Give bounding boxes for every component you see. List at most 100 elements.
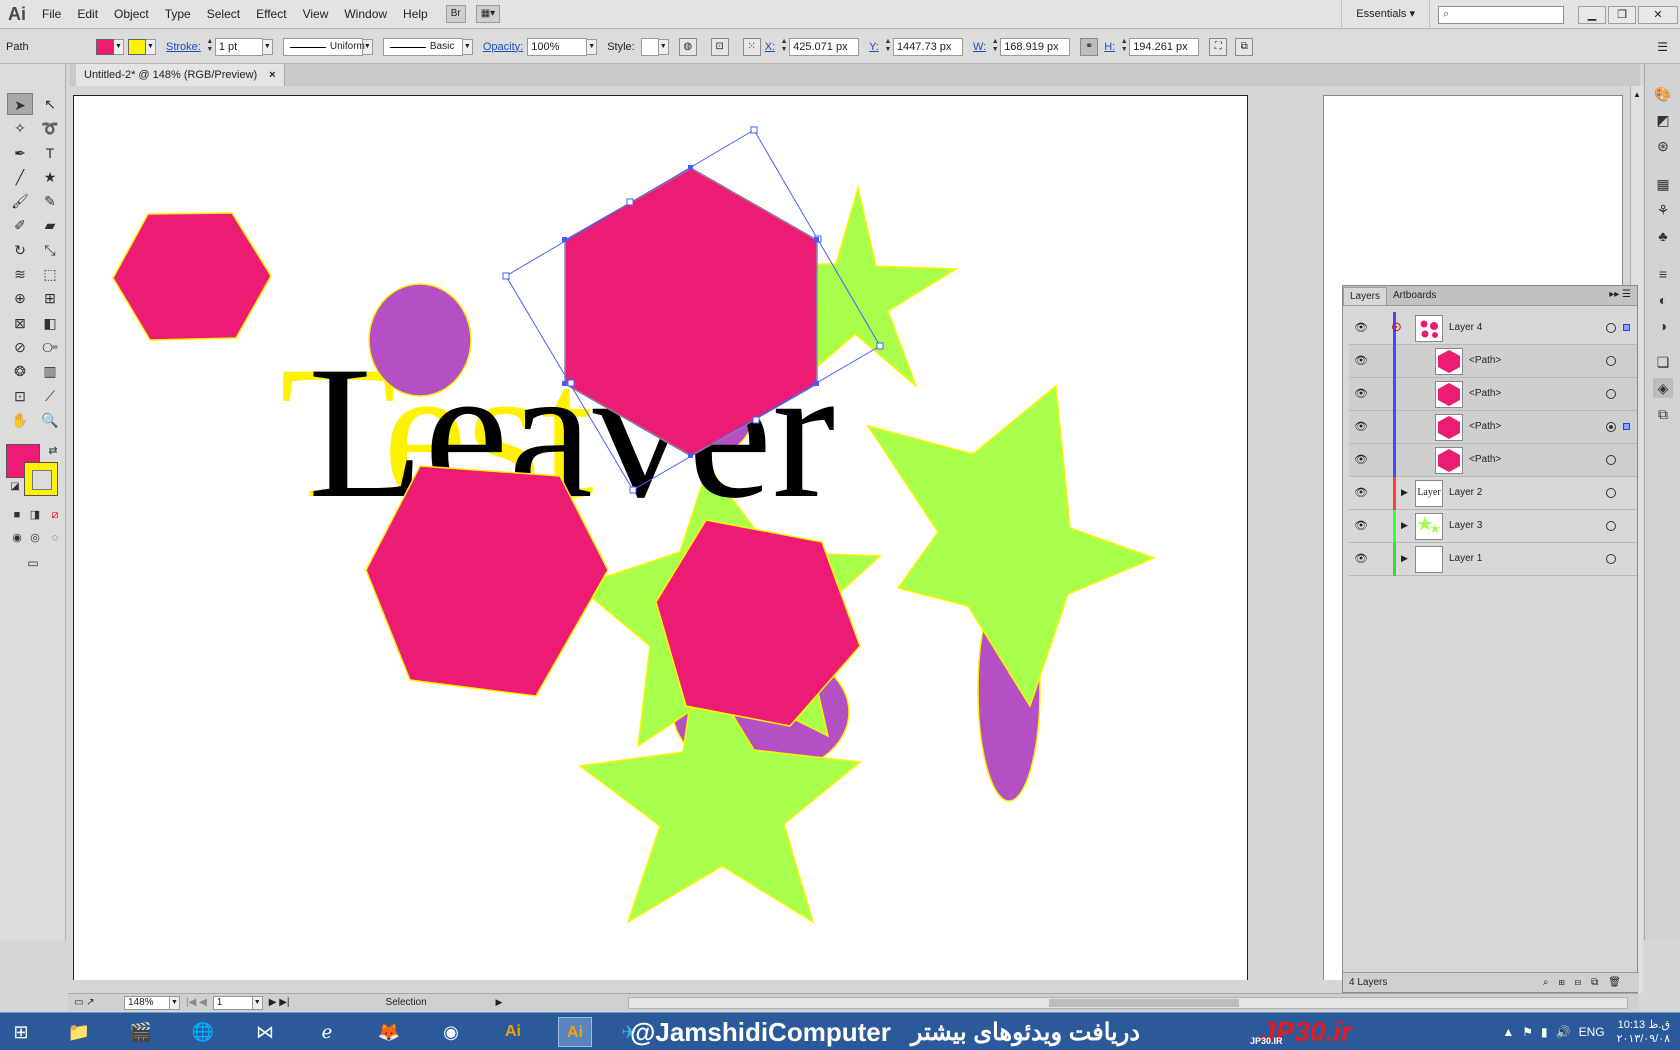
default-colors-icon[interactable]: ◪	[2, 476, 28, 498]
star-tool-icon[interactable]: ★	[37, 166, 63, 188]
expand-arrow-icon[interactable]: ▶	[1401, 520, 1408, 531]
layers-panel-icon[interactable]: ◈	[1653, 378, 1673, 398]
expand-arrow-icon[interactable]: ▶	[1401, 487, 1408, 498]
rotate-tool-icon[interactable]: ↻	[7, 239, 33, 261]
draw-inside-icon[interactable]: ◌	[42, 527, 68, 549]
action-center-icon[interactable]: ⚑	[1522, 1025, 1533, 1039]
panel-menu-icon[interactable]: ☰	[1657, 40, 1668, 54]
h-label[interactable]: H:	[1104, 41, 1115, 53]
hand-tool-icon[interactable]: ✋	[7, 409, 33, 431]
layer-row-layer-1[interactable]: 👁 ▶ Layer 1	[1349, 543, 1637, 576]
menu-effect[interactable]: Effect	[248, 3, 294, 25]
video-app-icon[interactable]: 🎬	[124, 1017, 158, 1047]
layer-row-path-1[interactable]: 👁 <Path>	[1349, 345, 1637, 378]
swap-fill-stroke-icon[interactable]: ⇄	[40, 440, 66, 462]
artboard-dropdown-icon[interactable]: ▼	[252, 995, 263, 1010]
menu-window[interactable]: Window	[336, 3, 395, 25]
menu-edit[interactable]: Edit	[69, 3, 106, 25]
start-button-icon[interactable]: ⊞	[4, 1017, 38, 1047]
layer-row-layer-2[interactable]: 👁 ▶ Layer Layer 2	[1349, 477, 1637, 510]
transparency-panel-icon[interactable]: ◑	[1653, 316, 1673, 336]
stroke-panel-icon[interactable]: ≡	[1653, 264, 1673, 284]
pink-hexagon-bottom-left[interactable]	[365, 465, 609, 697]
height-field[interactable]: 194.261 px	[1129, 37, 1200, 56]
layer-name[interactable]: Layer 3	[1449, 520, 1482, 531]
eraser-tool-icon[interactable]: ▰	[37, 214, 63, 236]
visibility-eye-icon[interactable]: 👁	[1354, 453, 1368, 466]
stroke-color-box[interactable]	[24, 462, 58, 496]
fill-dropdown-icon[interactable]: ▼	[114, 38, 124, 55]
opacity-field[interactable]: 100%	[527, 37, 588, 56]
target-icon[interactable]	[1606, 488, 1616, 498]
pen-tool-icon[interactable]: ✒	[7, 142, 33, 164]
target-icon[interactable]	[1606, 455, 1616, 465]
target-icon[interactable]	[1606, 521, 1616, 531]
tab-artboards[interactable]: Artboards	[1387, 287, 1442, 305]
path-name[interactable]: <Path>	[1469, 355, 1501, 366]
purple-circle-left[interactable]	[368, 283, 472, 397]
visual-studio-icon[interactable]: ⋈	[248, 1017, 282, 1047]
transform-icon[interactable]: ⛶	[1209, 37, 1228, 56]
artboards-panel-icon[interactable]: ⧉	[1653, 404, 1673, 424]
w-label[interactable]: W:	[973, 41, 986, 53]
color-panel-icon[interactable]: 🎨	[1653, 84, 1673, 104]
shape-builder-tool-icon[interactable]: ⊕	[7, 287, 33, 309]
path-name[interactable]: <Path>	[1469, 421, 1501, 432]
layer-row-layer-4[interactable]: 👁 ⊙ Layer 4	[1349, 312, 1637, 345]
restore-button[interactable]: ❐	[1608, 5, 1636, 24]
align-to-icon[interactable]: ⊡	[710, 37, 729, 56]
pencil-tool-icon[interactable]: ✎	[37, 190, 63, 212]
visibility-eye-icon[interactable]: 👁	[1354, 321, 1368, 334]
variable-width-profile[interactable]: Uniform	[282, 37, 365, 56]
stroke-color-swatch[interactable]	[128, 38, 146, 55]
zoom-dropdown-icon[interactable]: ▼	[170, 995, 180, 1010]
expand-arrow-icon[interactable]: ⊙	[1391, 319, 1402, 335]
stroke-weight-field[interactable]: 1 pt	[214, 37, 263, 56]
artboard-nav-next-icon[interactable]: ▶ ▶|	[269, 997, 290, 1008]
tray-arrow-icon[interactable]: ▲	[1502, 1025, 1514, 1039]
width-field[interactable]: 168.919 px	[1000, 37, 1071, 56]
eyedropper-tool-icon[interactable]: ⊘	[7, 336, 33, 358]
chrome-icon[interactable]: ◉	[434, 1017, 468, 1047]
network-app-icon[interactable]: 🌐	[186, 1017, 220, 1047]
artboard-tool-icon[interactable]: ⊡	[7, 385, 33, 407]
firefox-icon[interactable]: 🦊	[372, 1017, 406, 1047]
layer-footer-buttons-icon[interactable]: ⌕⊞⊟⧉🗑	[1543, 973, 1631, 993]
reference-point-icon[interactable]: ⁙	[742, 37, 761, 56]
color-guide-icon[interactable]: ◩	[1653, 110, 1673, 130]
document-tab[interactable]: Untitled-2* @ 148% (RGB/Preview) ×	[76, 64, 285, 86]
close-document-icon[interactable]: ×	[269, 69, 275, 81]
illustrator-active-taskbar-icon[interactable]: Ai	[558, 1017, 592, 1047]
scroll-up-icon[interactable]: ▲	[1633, 90, 1641, 99]
appearance-panel-icon[interactable]: ❏	[1653, 352, 1673, 372]
symbols-panel-icon[interactable]: ♣	[1653, 226, 1673, 246]
graphic-style-swatch[interactable]	[640, 37, 659, 56]
path-name[interactable]: <Path>	[1469, 454, 1501, 465]
blend-tool-icon[interactable]: ⧃	[37, 336, 63, 358]
screen-mode-icon[interactable]: ▭	[20, 552, 46, 574]
menu-view[interactable]: View	[295, 3, 337, 25]
recolor-artwork-icon[interactable]: ◍	[678, 37, 697, 56]
minimize-button[interactable]: ▁	[1578, 5, 1606, 24]
opacity-panel-link[interactable]: Opacity:	[483, 41, 523, 53]
selection-tool-icon[interactable]: ➤	[7, 93, 33, 115]
x-stepper[interactable]: ▲ ▼	[779, 38, 789, 56]
stroke-dropdown-icon[interactable]: ▼	[146, 38, 156, 55]
free-transform-tool-icon[interactable]: ⬚	[37, 263, 63, 285]
y-stepper[interactable]: ▲ ▼	[883, 38, 893, 56]
layer-name[interactable]: Layer 2	[1449, 487, 1482, 498]
constrain-proportions-link-icon[interactable]: ⚭	[1080, 37, 1099, 56]
brush-definition[interactable]: Basic	[382, 37, 463, 56]
paintbrush-tool-icon[interactable]: 🖌	[7, 190, 33, 212]
line-tool-icon[interactable]: ╱	[7, 166, 33, 188]
menu-object[interactable]: Object	[106, 3, 157, 25]
blob-brush-tool-icon[interactable]: ✐	[7, 214, 33, 236]
layer-row-layer-3[interactable]: 👁 ▶ Layer 3	[1349, 510, 1637, 543]
menu-help[interactable]: Help	[395, 3, 436, 25]
menu-type[interactable]: Type	[157, 3, 199, 25]
visibility-eye-icon[interactable]: 👁	[1354, 387, 1368, 400]
menu-select[interactable]: Select	[199, 3, 248, 25]
scroll-thumb[interactable]	[1049, 999, 1239, 1007]
lasso-tool-icon[interactable]: ➰	[37, 117, 63, 139]
layer-row-path-2[interactable]: 👁 <Path>	[1349, 378, 1637, 411]
